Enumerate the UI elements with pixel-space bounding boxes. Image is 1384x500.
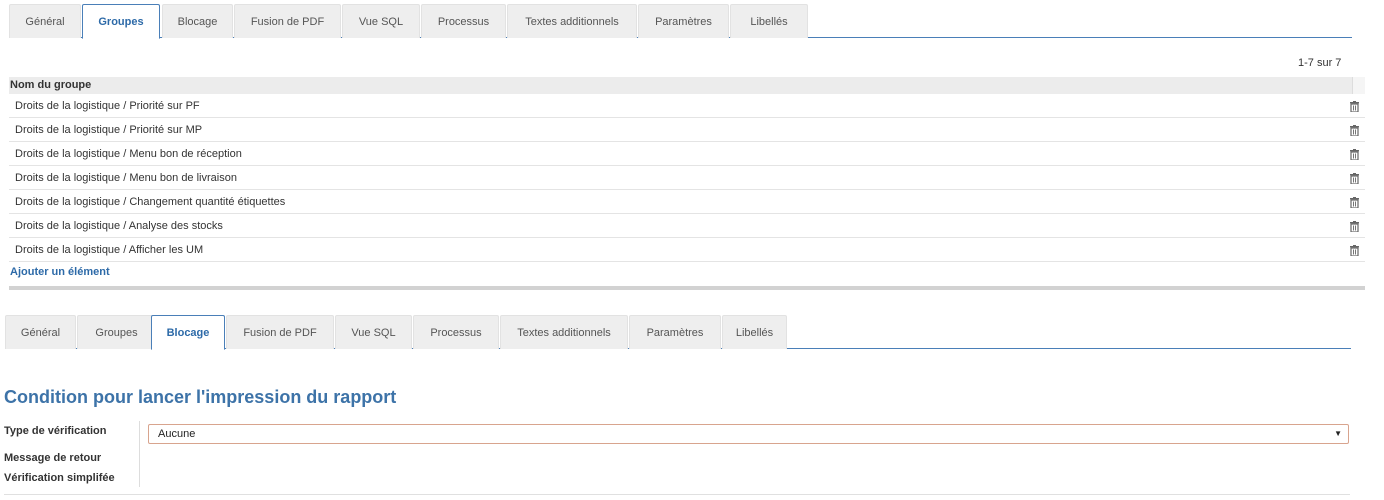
tab-libelles[interactable]: Libellés	[722, 315, 787, 349]
header-corner	[1352, 77, 1365, 94]
add-element-link[interactable]: Ajouter un élément	[9, 262, 1365, 282]
tab-general[interactable]: Général	[9, 4, 81, 38]
group-name: Droits de la logistique / Afficher les U…	[15, 244, 204, 256]
group-name: Droits de la logistique / Priorité sur P…	[15, 100, 200, 112]
table-row[interactable]: Droits de la logistique / Menu bon de ré…	[9, 142, 1365, 166]
section-separator	[9, 286, 1365, 290]
return-message-label: Message de retour	[4, 452, 102, 464]
tab-textes-additionnels[interactable]: Textes additionnels	[500, 315, 628, 349]
tab-vue-sql[interactable]: Vue SQL	[335, 315, 412, 349]
trash-icon[interactable]	[1350, 197, 1359, 208]
group-name: Droits de la logistique / Analyse des st…	[15, 220, 223, 232]
top-tab-bar: Général Groupes Blocage Fusion de PDF Vu…	[9, 4, 1352, 39]
trash-icon[interactable]	[1350, 221, 1359, 232]
tab-parametres[interactable]: Paramètres	[638, 4, 729, 38]
table-row[interactable]: Droits de la logistique / Analyse des st…	[9, 214, 1365, 238]
tab-fusion-pdf[interactable]: Fusion de PDF	[234, 4, 341, 38]
table-row[interactable]: Droits de la logistique / Afficher les U…	[9, 238, 1365, 262]
tab-groupes[interactable]: Groupes	[77, 315, 156, 349]
form-divider	[139, 421, 140, 487]
chevron-down-icon: ▼	[1334, 429, 1342, 438]
section-title: Condition pour lancer l'impression du ra…	[4, 387, 397, 407]
column-header-group-name[interactable]: Nom du groupe	[10, 79, 91, 91]
group-name: Droits de la logistique / Menu bon de li…	[15, 172, 237, 184]
trash-icon[interactable]	[1350, 149, 1359, 160]
table-row[interactable]: Droits de la logistique / Menu bon de li…	[9, 166, 1365, 190]
verification-type-label: Type de vérification	[4, 425, 107, 437]
tab-vue-sql[interactable]: Vue SQL	[342, 4, 420, 38]
table-row[interactable]: Droits de la logistique / Priorité sur M…	[9, 118, 1365, 142]
form-bottom-divider	[4, 494, 1350, 495]
trash-icon[interactable]	[1350, 101, 1359, 112]
tab-blocage[interactable]: Blocage	[151, 315, 225, 350]
table-header: Nom du groupe	[9, 77, 1365, 94]
table-row[interactable]: Droits de la logistique / Priorité sur P…	[9, 94, 1365, 118]
simplified-verification-label: Vérification simplifée	[4, 472, 115, 484]
trash-icon[interactable]	[1350, 173, 1359, 184]
group-name: Droits de la logistique / Menu bon de ré…	[15, 148, 242, 160]
pager-count: 1-7 sur 7	[1298, 57, 1342, 69]
verification-type-select[interactable]: Aucune ▼	[148, 424, 1349, 444]
tab-libelles[interactable]: Libellés	[730, 4, 808, 38]
table-row[interactable]: Droits de la logistique / Changement qua…	[9, 190, 1365, 214]
group-name: Droits de la logistique / Changement qua…	[15, 196, 286, 208]
trash-icon[interactable]	[1350, 245, 1359, 256]
tab-textes-additionnels[interactable]: Textes additionnels	[507, 4, 637, 38]
tab-processus[interactable]: Processus	[413, 315, 499, 349]
trash-icon[interactable]	[1350, 125, 1359, 136]
tab-blocage[interactable]: Blocage	[162, 4, 233, 38]
tab-general[interactable]: Général	[5, 315, 76, 349]
bottom-tab-bar: Général Groupes Blocage Fusion de PDF Vu…	[5, 315, 1351, 350]
tab-fusion-pdf[interactable]: Fusion de PDF	[226, 315, 334, 349]
group-name: Droits de la logistique / Priorité sur M…	[15, 124, 203, 136]
groups-table: Nom du groupe Droits de la logistique / …	[9, 77, 1365, 282]
tab-parametres[interactable]: Paramètres	[629, 315, 721, 349]
tab-groupes[interactable]: Groupes	[82, 4, 160, 39]
verification-type-value: Aucune	[158, 428, 196, 440]
tab-processus[interactable]: Processus	[421, 4, 506, 38]
